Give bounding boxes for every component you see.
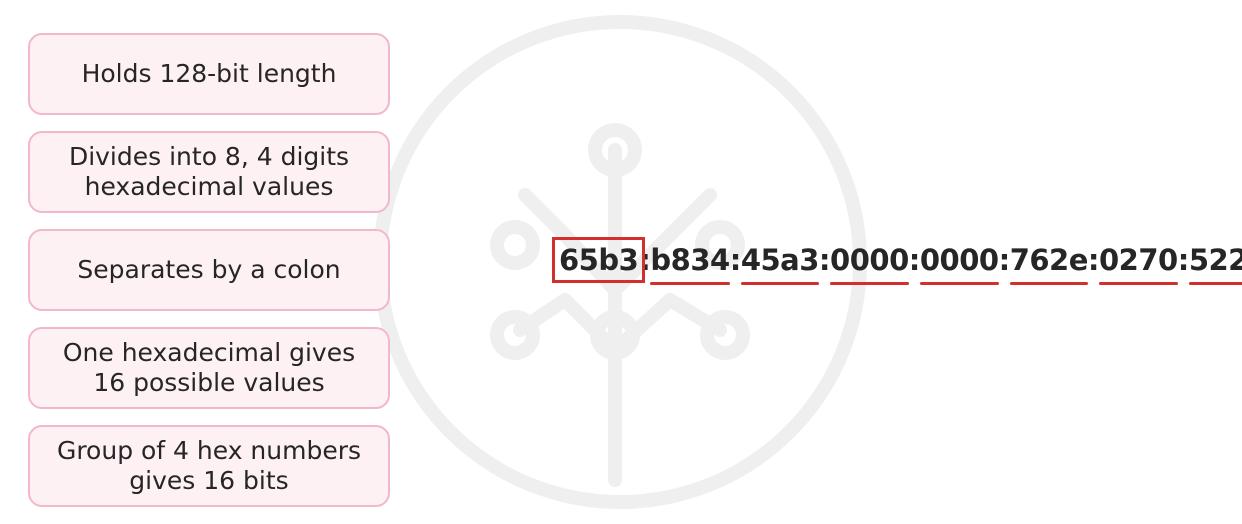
feature-text: Separates by a colon — [77, 255, 341, 284]
colon-separator: : — [729, 243, 742, 277]
ipv6-address: 65b3:b834:45a3:0000:0000:762e:0270:5224 — [551, 237, 1242, 285]
colon-separator: : — [908, 243, 921, 277]
feature-box: One hexadecimal gives 16 possible values — [28, 327, 390, 409]
address-group: 762e — [1009, 243, 1088, 285]
colon-separator: : — [998, 243, 1011, 277]
feature-text: One hexadecimal gives 16 possible values — [62, 338, 356, 397]
feature-list: Holds 128-bit length Divides into 8, 4 d… — [28, 33, 390, 523]
address-group: b834 — [650, 243, 730, 285]
feature-box: Holds 128-bit length — [28, 33, 390, 115]
colon-separator: : — [1087, 243, 1100, 277]
feature-text: Divides into 8, 4 digits hexadecimal val… — [68, 142, 350, 201]
address-group: 0000 — [919, 243, 999, 285]
colon-separator: : — [1177, 243, 1190, 277]
feature-text: Group of 4 hex numbers gives 16 bits — [56, 436, 362, 495]
address-group: 0000 — [830, 243, 909, 285]
colon-separator: : — [818, 243, 831, 277]
colon-separator: : — [639, 243, 651, 277]
address-group: 5224 — [1188, 243, 1242, 285]
feature-box: Divides into 8, 4 digits hexadecimal val… — [28, 131, 390, 213]
address-group-highlighted: 65b3 — [551, 237, 646, 283]
feature-box: Group of 4 hex numbers gives 16 bits — [28, 425, 390, 507]
address-group: 0270 — [1099, 243, 1178, 285]
address-group: 45a3 — [740, 243, 819, 285]
feature-text: Holds 128-bit length — [81, 59, 337, 88]
feature-box: Separates by a colon — [28, 229, 390, 311]
